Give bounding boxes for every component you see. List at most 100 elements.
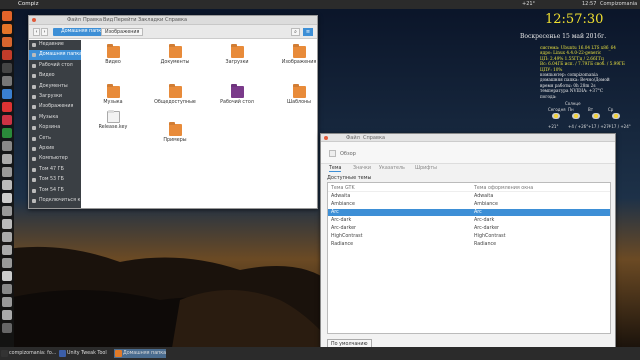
menu-icon[interactable]: ≡ [303,28,313,36]
tab-icons[interactable]: Значки [353,166,371,171]
conky-line: домашняя папка: Вечно/Домой [540,77,610,83]
theme-row[interactable]: Arc Arc [328,209,610,216]
launcher-app16-icon[interactable] [2,284,12,294]
launcher-terminal-icon[interactable] [2,63,12,73]
folder-item[interactable]: Общедоступные [153,86,197,114]
sidebar-item[interactable]: Том 54 ГБ [29,186,81,196]
taskbar-item[interactable]: compizomania: fo... [0,349,56,358]
launcher-app11-icon[interactable] [2,219,12,229]
launcher-settings-icon[interactable] [2,76,12,86]
folder-icon [293,86,306,98]
menu-go[interactable]: Перейти [114,17,137,23]
menu-file[interactable]: Файл [67,17,81,23]
close-icon[interactable] [324,136,328,140]
theme-row[interactable]: Arc-dark Arc-dark [328,217,610,224]
launcher [0,9,14,347]
theme-row[interactable]: Arc-darker Arc-darker [328,225,610,232]
sidebar-item[interactable]: Рабочий стол [29,61,81,71]
launcher-firefox-icon[interactable] [2,24,12,34]
back-icon[interactable]: ‹ [33,28,40,36]
breadcrumb-pictures[interactable]: Изображения [101,28,144,36]
taskbar-item[interactable]: Unity Tweak Tool [58,349,112,358]
folder-icon [231,86,244,98]
tab-cursor[interactable]: Указатель [379,166,405,171]
launcher-app17-icon[interactable] [2,297,12,307]
sidebar-item[interactable]: Музыка [29,113,81,123]
launcher-dash-icon[interactable] [2,11,12,21]
close-icon[interactable] [32,18,36,22]
forward-icon[interactable]: › [41,28,48,36]
tab-fonts[interactable]: Шрифты [415,166,437,171]
folder-item[interactable]: Примеры [153,124,197,152]
theme-row[interactable]: Radiance Radiance [328,241,610,248]
folder-label: Рабочий стол [220,100,254,105]
sidebar-item[interactable]: Корзина [29,123,81,133]
folder-item[interactable]: Шаблоны [277,86,321,114]
sidebar-item[interactable]: Том 47 ГБ [29,165,81,175]
sidebar-item[interactable]: Недавние [29,40,81,50]
user-indicator[interactable]: Compizomania [600,1,637,7]
grid-icon[interactable] [329,150,336,157]
launcher-app14-icon[interactable] [2,258,12,268]
menu-view[interactable]: Вид [103,17,113,23]
sidebar-item[interactable]: Архив [29,144,81,154]
sidebar-item[interactable]: Изображения [29,102,81,112]
launcher-app2-icon[interactable] [2,102,12,112]
sidebar-item[interactable]: Подключиться к серверу [29,196,81,206]
folder-item[interactable]: Рабочий стол [215,86,259,114]
launcher-app9-icon[interactable] [2,193,12,203]
folder-item[interactable]: Загрузки [215,46,259,74]
sidebar-item[interactable]: Домашняя папка [29,50,81,61]
folder-item[interactable]: Release.key [91,111,135,139]
launcher-app-icon[interactable] [2,89,12,99]
taskbar-item[interactable]: Домашняя папка [114,349,166,358]
launcher-app10-icon[interactable] [2,206,12,216]
tab-theme[interactable]: Тема [329,166,342,172]
sidebar-item[interactable]: Видео [29,71,81,81]
clock-indicator[interactable]: 12:57 [582,1,596,7]
launcher-app15-icon[interactable] [2,271,12,281]
column-wm[interactable]: Тема оформления окна [474,185,533,192]
breadcrumb-home[interactable]: Домашняя папка [53,28,108,36]
sidebar-item[interactable]: Документы [29,82,81,92]
theme-row[interactable]: HighContrast HighContrast [328,233,610,240]
sidebar-item[interactable]: Сеть [29,134,81,144]
launcher-files-icon[interactable] [2,37,12,47]
column-gtk[interactable]: Тема GTK [331,185,355,192]
folder-item[interactable]: Видео [91,46,135,74]
sidebar-item[interactable]: Загрузки [29,92,81,102]
sidebar-item[interactable]: Компьютер [29,154,81,164]
weather-day: Ср [608,107,614,112]
launcher-app6-icon[interactable] [2,154,12,164]
menu-help[interactable]: Справка [165,17,187,23]
search-icon[interactable]: ⌕ [291,28,300,36]
launcher-app7-icon[interactable] [2,167,12,177]
sidebar-item-label: Видео [39,73,55,79]
gtk-theme-name: Radiance [331,242,354,247]
launcher-app5-icon[interactable] [2,141,12,151]
launcher-app4-icon[interactable] [2,128,12,138]
app-icon [115,350,122,357]
weather-indicator[interactable]: +21° [522,1,535,7]
launcher-app18-icon[interactable] [2,310,12,320]
conky-line: система: Ubuntu 16.04 LTS x86_64 [540,45,616,50]
launcher-software-icon[interactable] [2,50,12,60]
sidebar-item[interactable]: Том 53 ГБ [29,175,81,185]
menu-edit[interactable]: Правка [83,17,102,23]
launcher-app8-icon[interactable] [2,180,12,190]
menu-bookmarks[interactable]: Закладки [138,17,163,23]
conky-line: ядро: Linux 4.4.0-22-generic [540,50,602,56]
folder-item[interactable]: Документы [153,46,197,74]
conky-line: компьютер: compizomania [540,72,598,77]
menu-help[interactable]: Справка [363,135,385,141]
launcher-trash-icon[interactable] [2,323,12,333]
theme-row[interactable]: Adwaita Adwaita [328,193,610,200]
overview-button[interactable]: Обзор [340,151,356,157]
theme-row[interactable]: Ambiance Ambiance [328,201,610,208]
launcher-app13-icon[interactable] [2,245,12,255]
launcher-app3-icon[interactable] [2,115,12,125]
menu-file[interactable]: Файл [346,135,360,141]
folder-item[interactable]: Изображения [277,46,321,74]
launcher-app12-icon[interactable] [2,232,12,242]
theme-list: Тема GTK Тема оформления окна Adwaita Adw… [327,182,611,334]
